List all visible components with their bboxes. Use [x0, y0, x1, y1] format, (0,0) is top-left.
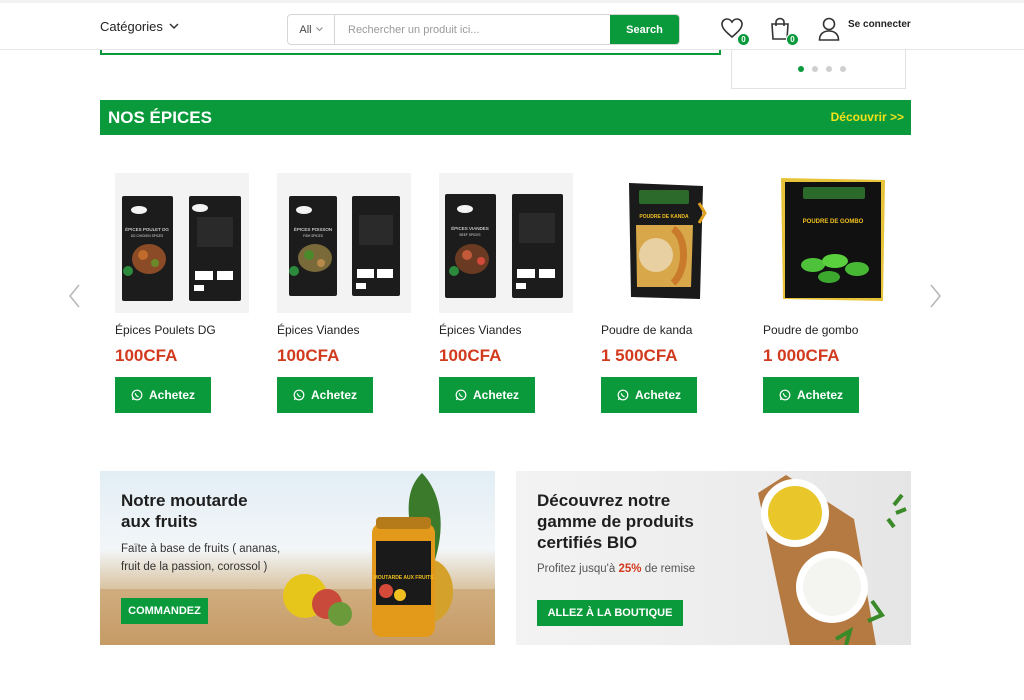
carousel-prev-arrow-icon[interactable]	[64, 282, 86, 310]
product-name[interactable]: Épices Poulets DG	[115, 323, 250, 337]
pack-sublabel: BEEF SPICES	[460, 233, 481, 237]
powder-bag-image: POUDRE DE GOMBO	[781, 178, 885, 301]
product-name[interactable]: Épices Viandes	[439, 323, 574, 337]
buy-button-label: Achetez	[634, 388, 681, 402]
slider-dots	[798, 66, 846, 72]
promo-title-line: aux fruits	[121, 512, 198, 531]
chevron-down-icon	[169, 23, 179, 30]
wishlist-button[interactable]: 0	[720, 17, 750, 46]
categories-menu[interactable]: Catégories	[100, 19, 179, 34]
product-price: 100CFA	[115, 346, 178, 365]
spice-pack-image: ÉPICES VIANDES BEEF SPICES	[445, 194, 563, 298]
product-card: POUDRE DE GOMBO Poudre de gombo 1 000CFA…	[763, 173, 898, 413]
whatsapp-icon	[455, 389, 467, 401]
pack-label: ÉPICES POULET DG	[125, 226, 169, 232]
chevron-down-icon	[315, 27, 323, 32]
carousel-next-arrow-icon[interactable]	[924, 282, 946, 310]
product-name[interactable]: Poudre de gombo	[763, 323, 898, 337]
order-button[interactable]: COMMANDEZ	[121, 598, 208, 624]
buy-button[interactable]: Achetez	[763, 377, 859, 413]
product-price: 1 000CFA	[763, 346, 840, 365]
slider-dot[interactable]	[840, 66, 846, 72]
search-button[interactable]: Search	[610, 15, 679, 44]
promo-text-line: fruit de la passion, corossol )	[121, 561, 268, 573]
page: Catégories All Search 0	[0, 0, 1024, 700]
section-title: NOS ÉPICES	[108, 108, 212, 127]
pack-sublabel: DG CHICKEN SPICES	[131, 234, 164, 238]
slider-dot[interactable]	[798, 66, 804, 72]
product-card: POUDRE DE KANDA Poudre de kanda 1 500CFA…	[601, 173, 736, 413]
user-icon	[818, 17, 840, 41]
login-label: Se connecter	[848, 19, 911, 30]
section-header: NOS ÉPICES Découvrir >>	[100, 100, 911, 135]
buy-button-label: Achetez	[310, 388, 357, 402]
site-header: Catégories All Search 0	[0, 0, 1024, 50]
buy-button-label: Achetez	[796, 388, 843, 402]
promo-banner-bio[interactable]: Découvrez notre gamme de produits certif…	[516, 471, 911, 645]
slider-dot[interactable]	[826, 66, 832, 72]
promo-title-line: certifiés BIO	[537, 533, 638, 552]
hero-banner-border	[100, 50, 721, 55]
spice-pack-image: ÉPICES POISSON FISH SPICES	[289, 196, 400, 296]
wishlist-count-badge: 0	[737, 33, 750, 46]
product-image[interactable]: ÉPICES POULET DG DG CHICKEN SPICES	[115, 173, 249, 313]
discover-link[interactable]: Découvrir >>	[831, 110, 904, 124]
login-link[interactable]: Se connecter	[818, 17, 911, 41]
product-price: 100CFA	[277, 346, 340, 365]
pack-label: ÉPICES POISSON	[294, 226, 332, 232]
powder-bag-image: POUDRE DE KANDA	[629, 183, 707, 299]
spice-pack-image: ÉPICES POULET DG DG CHICKEN SPICES	[122, 196, 241, 301]
product-image[interactable]: ÉPICES POISSON FISH SPICES	[277, 173, 411, 313]
pack-label: ÉPICES VIANDES	[451, 225, 489, 231]
side-slider	[731, 50, 906, 89]
jar-label: MOUTARDE AUX FRUITS	[374, 575, 434, 581]
product-price: 100CFA	[439, 346, 502, 365]
slider-dot[interactable]	[812, 66, 818, 72]
search-category-value: All	[299, 23, 312, 36]
pack-sublabel: FISH SPICES	[303, 234, 323, 238]
whatsapp-icon	[617, 389, 629, 401]
search-input[interactable]	[335, 15, 610, 44]
promo-text: Faïte à base de fruits ( ananas, fruit d…	[121, 540, 280, 576]
promo-title: Notre moutarde aux fruits	[121, 490, 248, 532]
promo-text-line: Faïte à base de fruits ( ananas,	[121, 543, 281, 555]
pack-label: POUDRE DE KANDA	[639, 214, 689, 220]
product-card: ÉPICES POISSON FISH SPICES Épices Viande…	[277, 173, 412, 413]
promo-text: Profitez jusqu'à 25% de remise	[537, 560, 695, 578]
promo-banner-mustard[interactable]: MOUTARDE AUX FRUITS Notre moutarde aux f…	[100, 471, 495, 645]
product-name[interactable]: Poudre de kanda	[601, 323, 736, 337]
whatsapp-icon	[293, 389, 305, 401]
promo-text-before: Profitez jusqu'à	[537, 563, 619, 575]
search-category-select[interactable]: All	[288, 15, 335, 44]
promo-title-line: gamme de produits	[537, 512, 694, 531]
buy-button[interactable]: Achetez	[277, 377, 373, 413]
whatsapp-icon	[131, 389, 143, 401]
product-image[interactable]: ÉPICES VIANDES BEEF SPICES	[439, 173, 573, 313]
product-price: 1 500CFA	[601, 346, 678, 365]
cart-button[interactable]: 0	[769, 17, 799, 46]
categories-label: Catégories	[100, 19, 163, 34]
buy-button[interactable]: Achetez	[601, 377, 697, 413]
promo-title: Découvrez notre gamme de produits certif…	[537, 490, 694, 553]
product-name[interactable]: Épices Viandes	[277, 323, 412, 337]
buy-button-label: Achetez	[148, 388, 195, 402]
buy-button[interactable]: Achetez	[115, 377, 211, 413]
product-card: ÉPICES VIANDES BEEF SPICES Épices Viande…	[439, 173, 574, 413]
buy-button-label: Achetez	[472, 388, 519, 402]
buy-button[interactable]: Achetez	[439, 377, 535, 413]
product-card: ÉPICES POULET DG DG CHICKEN SPICES Épice…	[115, 173, 250, 413]
go-to-shop-button[interactable]: ALLEZ À LA BOUTIQUE	[537, 600, 683, 626]
discount-highlight: 25%	[618, 563, 642, 575]
promo-title-line: Notre moutarde	[121, 491, 248, 510]
promo-text-after: de remise	[641, 563, 696, 575]
search-bar: All Search	[287, 14, 680, 45]
promo-title-line: Découvrez notre	[537, 491, 671, 510]
product-image[interactable]: POUDRE DE GOMBO	[763, 173, 897, 313]
pack-label: POUDRE DE GOMBO	[803, 219, 864, 225]
product-image[interactable]: POUDRE DE KANDA	[601, 173, 735, 313]
cart-count-badge: 0	[786, 33, 799, 46]
whatsapp-icon	[779, 389, 791, 401]
